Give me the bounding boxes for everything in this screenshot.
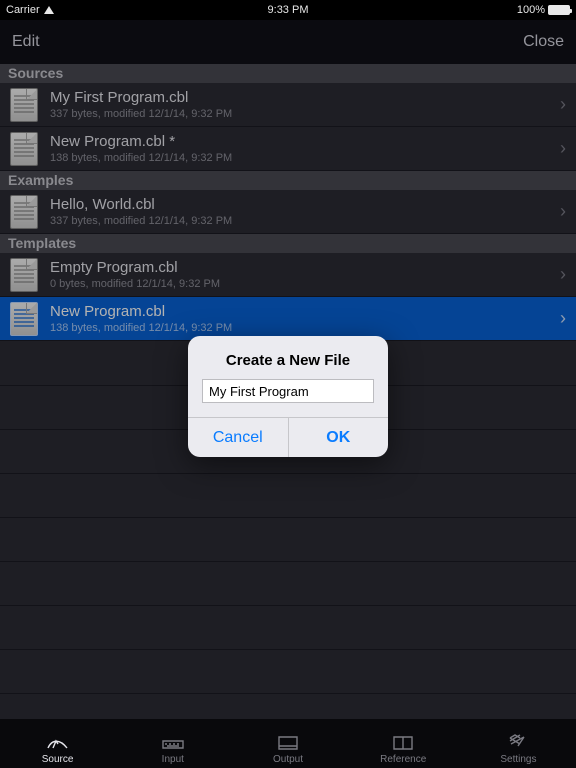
file-row[interactable]: New Program.cbl * 138 bytes, modified 12… <box>0 127 576 171</box>
file-subtitle: 138 bytes, modified 12/1/14, 9:32 PM <box>50 321 552 335</box>
chevron-right-icon: › <box>552 138 566 159</box>
tab-label: Settings <box>500 754 536 765</box>
tab-label: Output <box>273 754 303 765</box>
empty-row <box>0 605 576 649</box>
file-icon <box>10 302 38 336</box>
section-header-sources: Sources <box>0 64 576 83</box>
chevron-right-icon: › <box>552 201 566 222</box>
section-header-examples: Examples <box>0 171 576 190</box>
nav-bar: Edit Close <box>0 20 576 64</box>
file-icon <box>10 258 38 292</box>
ok-button[interactable]: OK <box>288 418 389 457</box>
reference-icon <box>390 730 416 752</box>
file-subtitle: 0 bytes, modified 12/1/14, 9:32 PM <box>50 277 552 291</box>
section-header-templates: Templates <box>0 234 576 253</box>
file-row-selected[interactable]: New Program.cbl 138 bytes, modified 12/1… <box>0 297 576 341</box>
file-title: New Program.cbl * <box>50 133 552 151</box>
file-title: Empty Program.cbl <box>50 259 552 277</box>
status-bar: Carrier 9:33 PM 100% <box>0 0 576 20</box>
empty-row <box>0 561 576 605</box>
tab-output[interactable]: Output <box>230 719 345 768</box>
file-row[interactable]: Empty Program.cbl 0 bytes, modified 12/1… <box>0 253 576 297</box>
battery-icon <box>548 5 570 15</box>
wifi-icon <box>44 6 54 14</box>
settings-icon <box>505 730 531 752</box>
battery-label: 100% <box>517 4 545 16</box>
edit-button[interactable]: Edit <box>12 33 40 51</box>
alert-title: Create a New File <box>188 336 388 379</box>
empty-row <box>0 649 576 693</box>
input-icon <box>160 730 186 752</box>
file-subtitle: 337 bytes, modified 12/1/14, 9:32 PM <box>50 214 552 228</box>
output-icon <box>275 730 301 752</box>
tab-settings[interactable]: Settings <box>461 719 576 768</box>
chevron-right-icon: › <box>552 308 566 329</box>
new-file-alert: Create a New File Cancel OK <box>188 336 388 457</box>
empty-row <box>0 473 576 517</box>
carrier-label: Carrier <box>6 4 40 16</box>
tab-label: Input <box>162 754 184 765</box>
chevron-right-icon: › <box>552 264 566 285</box>
source-icon <box>45 730 71 752</box>
file-icon <box>10 195 38 229</box>
chevron-right-icon: › <box>552 94 566 115</box>
file-title: My First Program.cbl <box>50 89 552 107</box>
file-title: New Program.cbl <box>50 303 552 321</box>
file-icon <box>10 132 38 166</box>
tab-label: Reference <box>380 754 426 765</box>
file-row[interactable]: Hello, World.cbl 337 bytes, modified 12/… <box>0 190 576 234</box>
cancel-button[interactable]: Cancel <box>188 418 288 457</box>
tab-label: Source <box>42 754 74 765</box>
file-subtitle: 337 bytes, modified 12/1/14, 9:32 PM <box>50 107 552 121</box>
file-icon <box>10 88 38 122</box>
status-time: 9:33 PM <box>0 4 576 16</box>
file-title: Hello, World.cbl <box>50 196 552 214</box>
close-button[interactable]: Close <box>523 33 564 51</box>
tab-bar: Source Input Output Reference Settings <box>0 719 576 768</box>
tab-reference[interactable]: Reference <box>346 719 461 768</box>
tab-input[interactable]: Input <box>115 719 230 768</box>
tab-source[interactable]: Source <box>0 719 115 768</box>
filename-input[interactable] <box>202 379 374 403</box>
file-subtitle: 138 bytes, modified 12/1/14, 9:32 PM <box>50 151 552 165</box>
empty-row <box>0 517 576 561</box>
file-row[interactable]: My First Program.cbl 337 bytes, modified… <box>0 83 576 127</box>
